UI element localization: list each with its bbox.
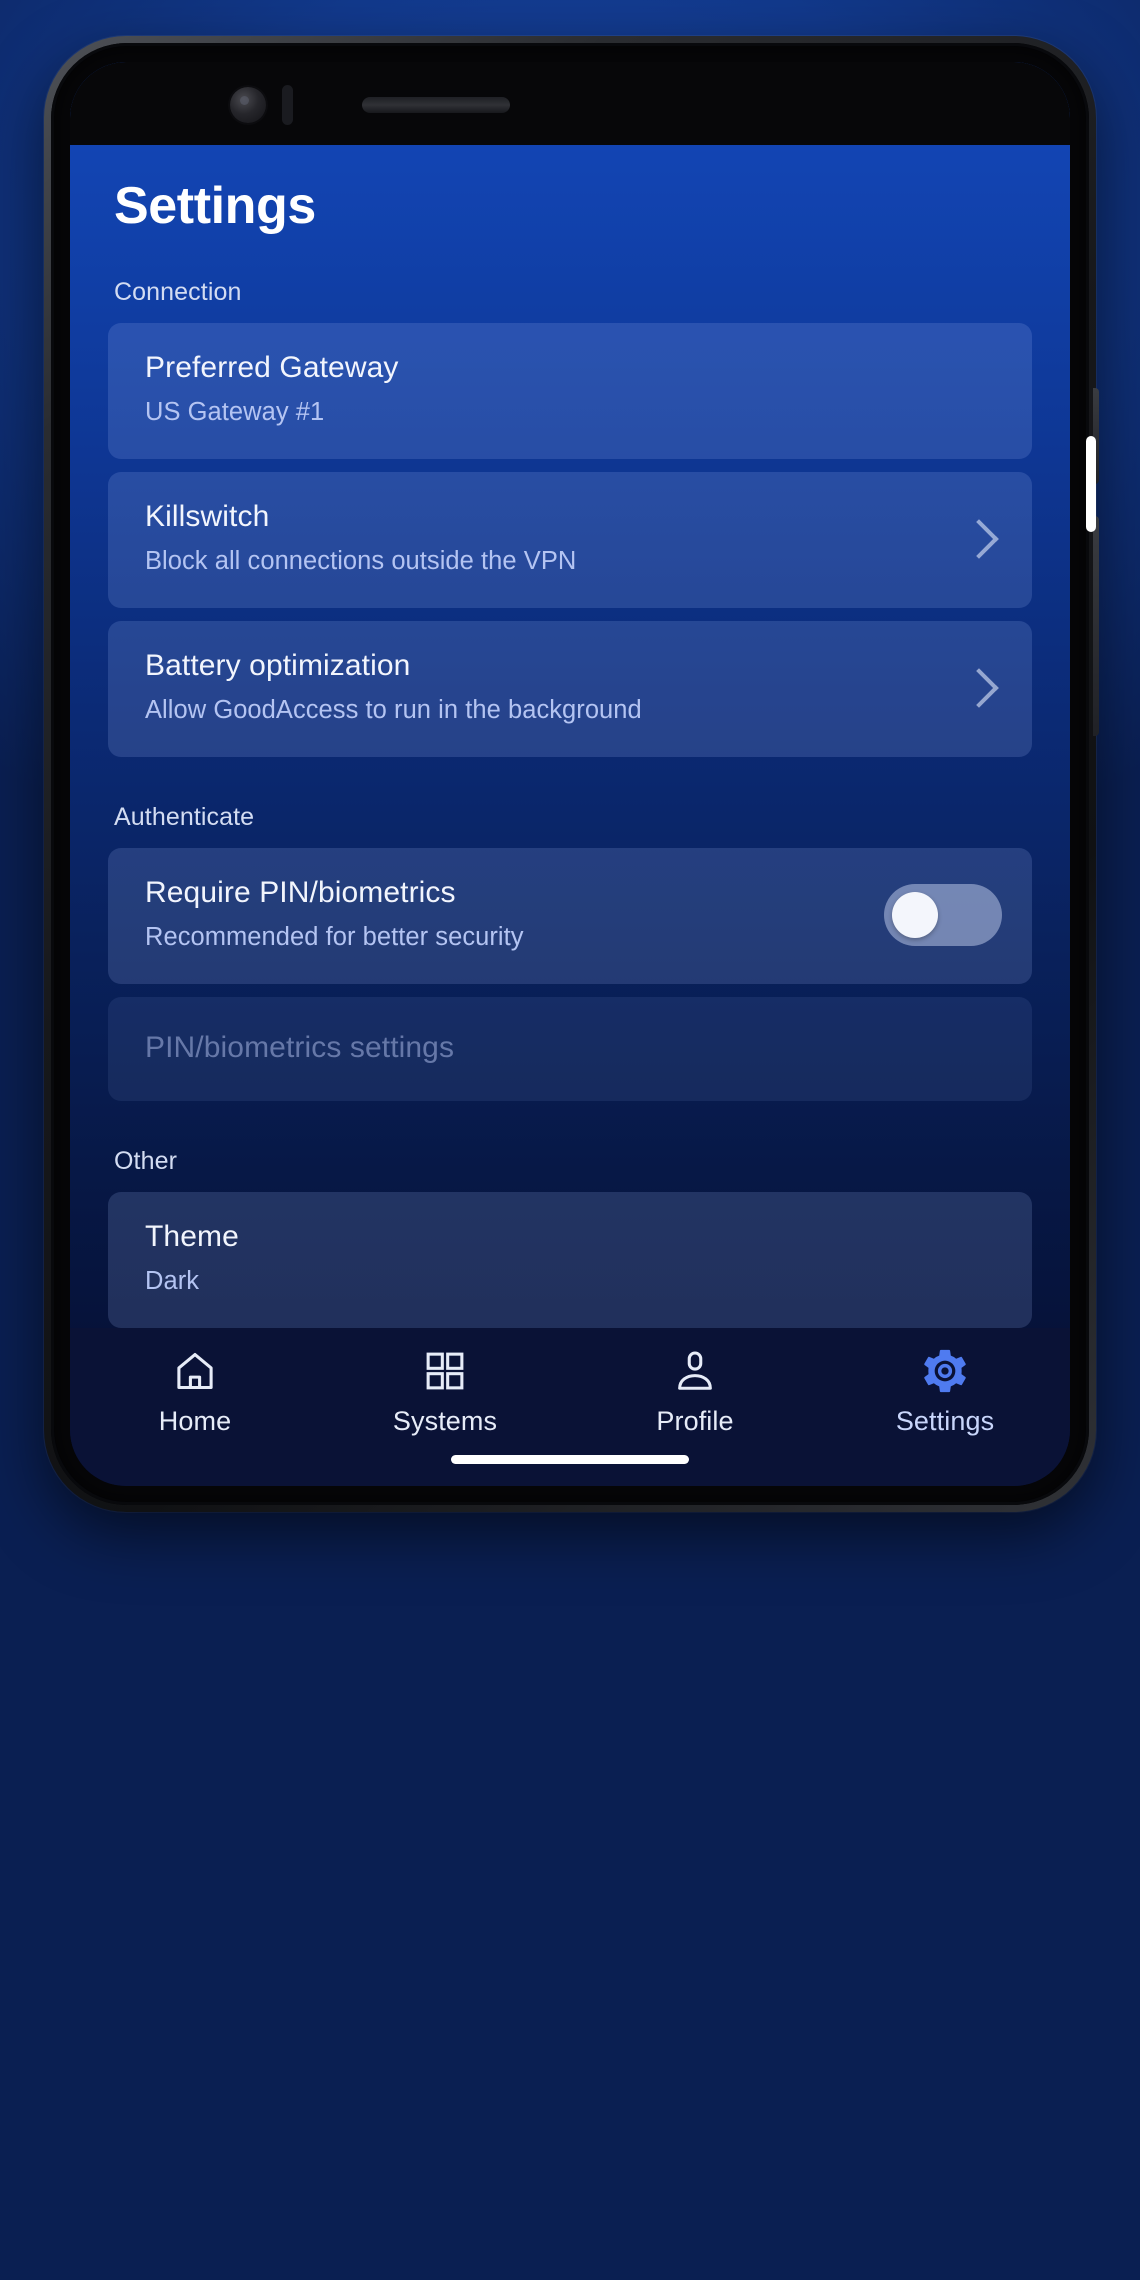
nav-item-settings[interactable]: Settings [820, 1348, 1070, 1437]
chevron-right-icon[interactable] [956, 665, 1002, 711]
phone-screen: Settings Connection Preferred Gateway US… [70, 62, 1070, 1486]
nav-label: Systems [392, 1406, 498, 1436]
grid-icon [426, 1352, 464, 1390]
row-text-block: PIN/biometrics settings [145, 1030, 1002, 1067]
power-button[interactable] [1093, 516, 1099, 736]
home-icon [177, 1352, 213, 1390]
screenshot-backdrop: Settings Connection Preferred Gateway US… [0, 0, 1140, 2280]
setting-row-battery-optimization[interactable]: Battery optimization Allow GoodAccess to… [108, 621, 1032, 757]
setting-subtitle: US Gateway #1 [145, 397, 325, 426]
nav-label: Home [158, 1406, 232, 1436]
phone-notch-strip [70, 62, 1070, 145]
section-label-authenticate: Authenticate [114, 803, 255, 831]
front-camera-icon [230, 87, 266, 123]
row-text-block: Preferred Gateway US Gateway #1 [145, 350, 1002, 429]
nav-label: Profile [656, 1406, 734, 1436]
setting-title: Theme [145, 1220, 239, 1254]
setting-row-require-pin-biometrics[interactable]: Require PIN/biometrics Recommended for b… [108, 848, 1032, 984]
setting-title: Require PIN/biometrics [145, 876, 456, 910]
nav-item-home[interactable]: Home [70, 1348, 320, 1437]
setting-row-killswitch[interactable]: Killswitch Block all connections outside… [108, 472, 1032, 608]
setting-title: Preferred Gateway [145, 351, 399, 385]
settings-scroll-area[interactable]: Settings Connection Preferred Gateway US… [70, 62, 1070, 1328]
row-text-block: Killswitch Block all connections outside… [145, 499, 938, 578]
phone-device-frame: Settings Connection Preferred Gateway US… [44, 36, 1099, 1512]
home-indicator[interactable] [451, 1455, 689, 1464]
nav-item-systems[interactable]: Systems [320, 1348, 570, 1437]
setting-title: PIN/biometrics settings [145, 1030, 455, 1064]
nav-label: Settings [895, 1406, 995, 1436]
setting-row-pin-biometrics-settings: PIN/biometrics settings [108, 997, 1032, 1101]
page-scrollbar[interactable] [1086, 436, 1096, 532]
setting-subtitle: Dark [145, 1266, 200, 1295]
gear-icon [924, 1349, 966, 1393]
section-label-other: Other [114, 1147, 178, 1175]
setting-subtitle: Recommended for better security [145, 922, 524, 951]
person-icon [678, 1351, 712, 1390]
setting-subtitle: Block all connections outside the VPN [145, 546, 577, 575]
chevron-right-icon[interactable] [956, 516, 1002, 562]
setting-title: Killswitch [145, 500, 270, 534]
setting-row-preferred-gateway[interactable]: Preferred Gateway US Gateway #1 [108, 323, 1032, 459]
row-text-block: Require PIN/biometrics Recommended for b… [145, 875, 864, 954]
require-pin-toggle[interactable] [884, 884, 1002, 946]
toggle-knob [892, 892, 938, 938]
earpiece-speaker [362, 97, 510, 113]
row-text-block: Theme Dark [145, 1219, 1002, 1298]
nav-item-profile[interactable]: Profile [570, 1348, 820, 1437]
setting-subtitle: Allow GoodAccess to run in the backgroun… [145, 695, 642, 724]
setting-row-theme[interactable]: Theme Dark [108, 1192, 1032, 1328]
sensor-icon [282, 85, 293, 125]
section-label-connection: Connection [114, 278, 242, 306]
settings-app: Settings Connection Preferred Gateway US… [70, 62, 1070, 1486]
setting-title: Battery optimization [145, 649, 411, 683]
row-text-block: Battery optimization Allow GoodAccess to… [145, 648, 938, 727]
